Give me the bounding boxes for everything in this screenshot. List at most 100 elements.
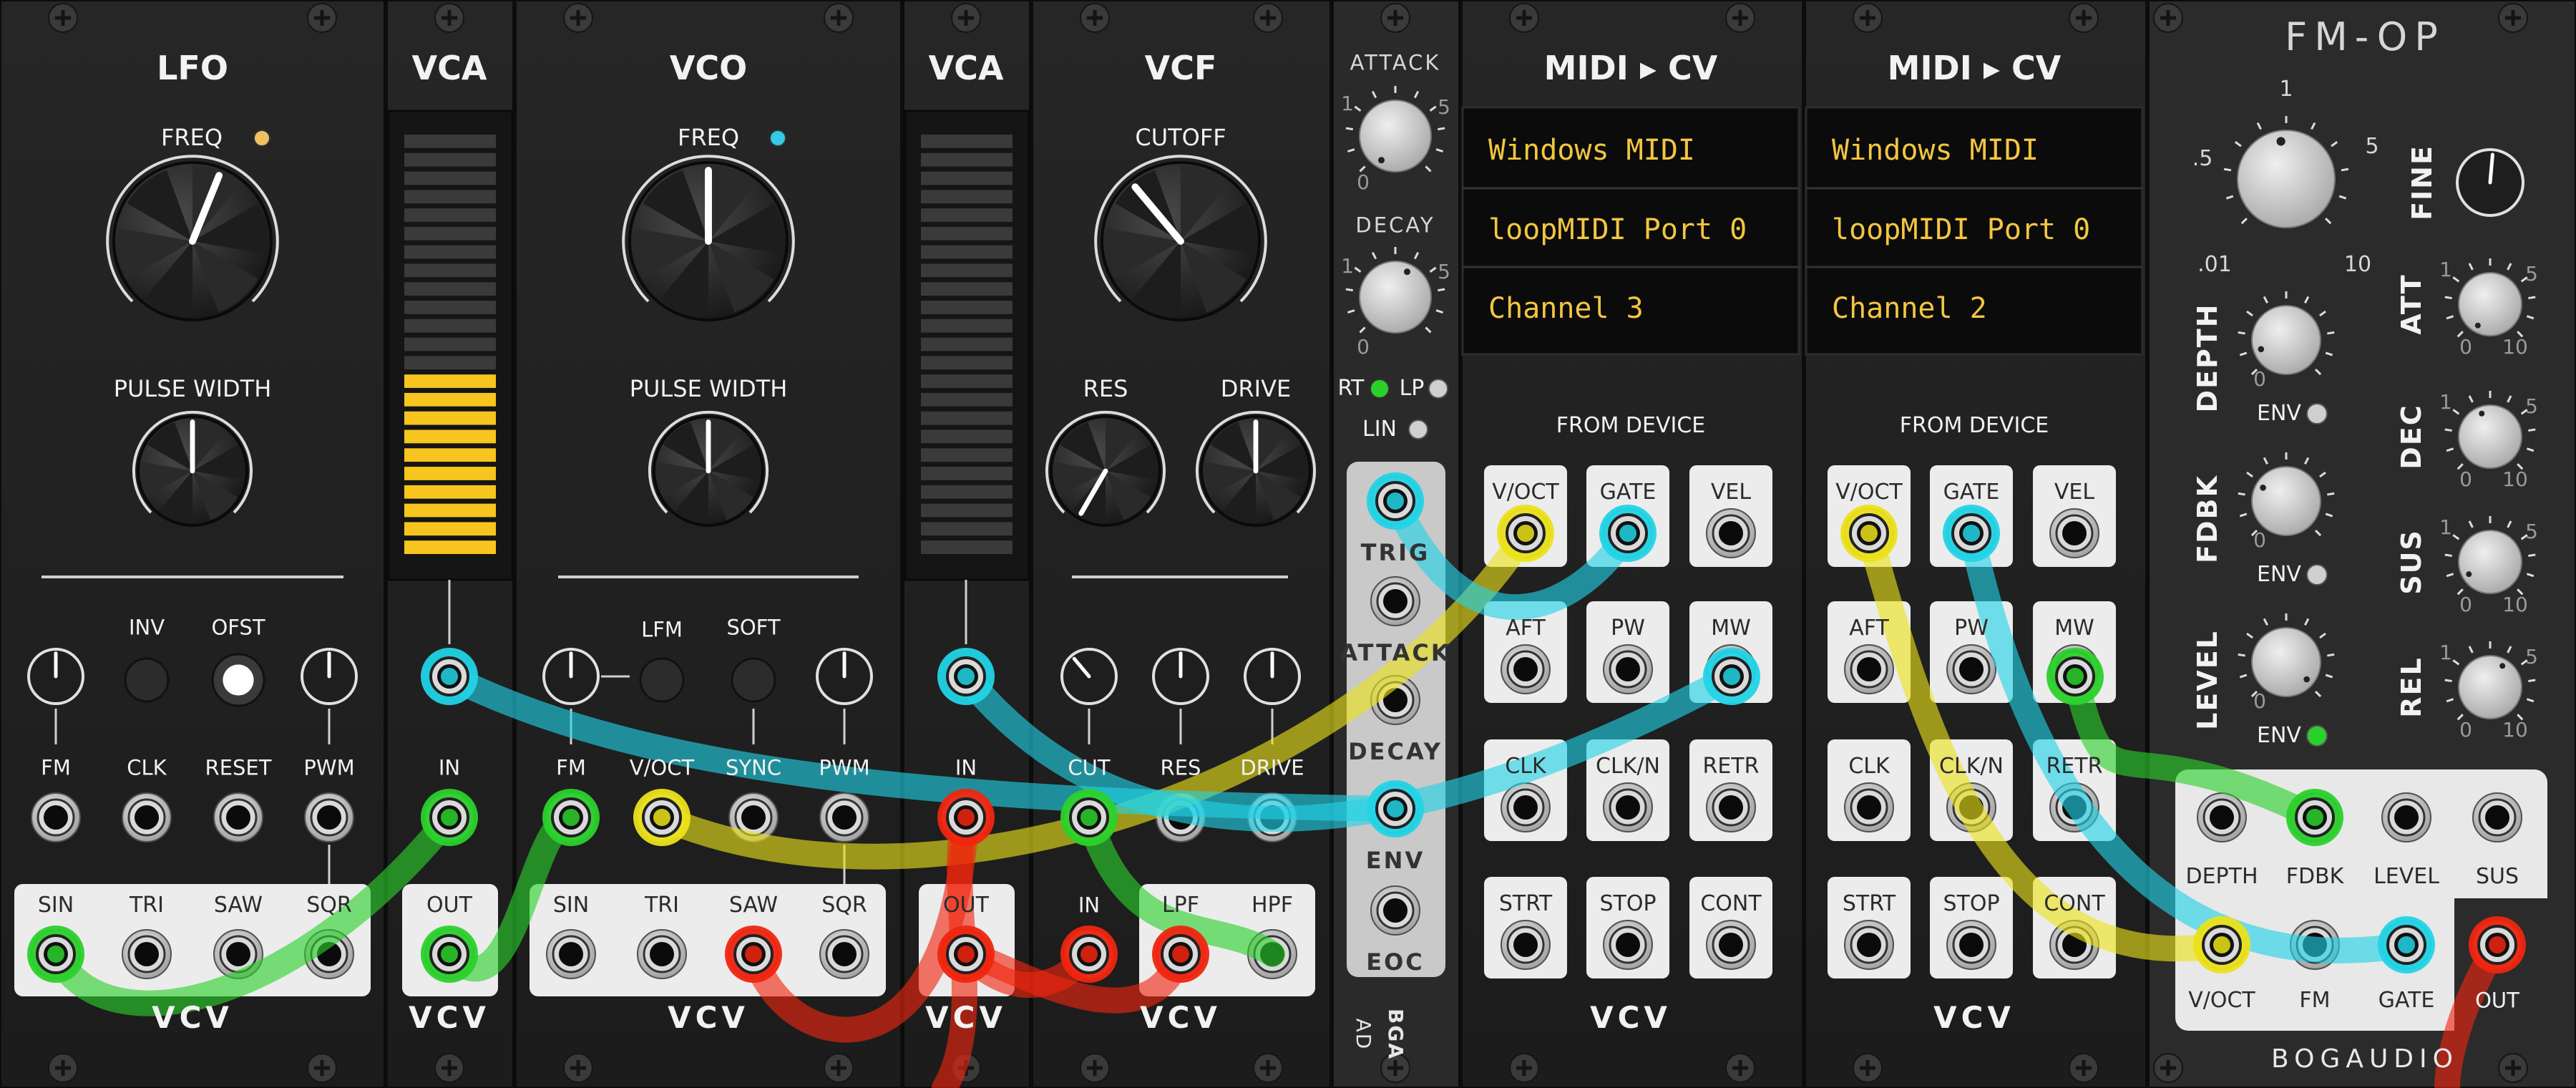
vcf-drive-cv-knob[interactable]	[1244, 648, 1301, 705]
ad-decay-jack[interactable]	[1370, 675, 1420, 725]
lfo-fm-knob[interactable]	[27, 648, 84, 705]
vca1-in-jack[interactable]	[424, 792, 474, 842]
lfo-input-jack[interactable]	[31, 792, 81, 842]
fmop-depth-env-label: ENV	[2257, 401, 2301, 426]
midi2-output-jack[interactable]	[1946, 920, 1996, 970]
vcf-input-jack[interactable]	[1156, 792, 1206, 842]
ad-eoc-jack[interactable]	[1370, 885, 1420, 936]
midi2-device-select[interactable]: loopMIDI Port 0	[1832, 215, 2090, 244]
vcf-output-jack[interactable]	[1156, 929, 1206, 979]
vco-lfm-button[interactable]	[639, 657, 685, 703]
lfo-input-jack[interactable]	[304, 792, 354, 842]
midi1-output-jack[interactable]	[1501, 782, 1551, 832]
midi1-output-jack[interactable]	[1706, 644, 1756, 694]
fmop-adsr-scale: 0	[2459, 467, 2472, 491]
midi1-output-jack[interactable]	[1501, 644, 1551, 694]
vca2-meter-segment	[921, 245, 1013, 259]
screw-icon	[2069, 3, 2099, 33]
ad-brand-label: BGA	[1384, 1009, 1407, 1060]
midi2-output-jack[interactable]	[1844, 782, 1894, 832]
midi1-channel-select[interactable]: Channel 3	[1488, 294, 1644, 323]
midi2-output-jack[interactable]	[1844, 920, 1894, 970]
vcf-res-knob[interactable]	[1045, 410, 1166, 527]
vco-input-jack[interactable]	[546, 792, 596, 842]
screw-icon	[2153, 1053, 2183, 1083]
midi2-output-jack[interactable]	[1946, 508, 1996, 558]
vco-soft-button[interactable]	[731, 657, 776, 703]
fmop-input-jack[interactable]	[2381, 920, 2431, 970]
vcf-drive-knob[interactable]	[1195, 410, 1317, 527]
midi2-output-jack[interactable]	[1946, 644, 1996, 694]
lfo-output-jack[interactable]	[304, 929, 354, 979]
midi2-output-jack[interactable]	[2049, 782, 2099, 832]
lfo-input-jack[interactable]	[122, 792, 172, 842]
midi1-device-select[interactable]: loopMIDI Port 0	[1488, 215, 1747, 244]
midi2-output-jack[interactable]	[2049, 644, 2099, 694]
lfo-ofst-button[interactable]	[211, 653, 265, 707]
vco-input-jack[interactable]	[637, 792, 687, 842]
fmop-adsr-scale: 0	[2459, 718, 2472, 742]
ad-attack-jack[interactable]	[1370, 576, 1420, 626]
vca2-meter-segment	[921, 337, 1013, 351]
ad-trig-jack[interactable]	[1370, 476, 1420, 526]
midi2-output-jack[interactable]	[1844, 508, 1894, 558]
vco-output-jack[interactable]	[819, 929, 869, 979]
vca2-in-jack[interactable]	[941, 792, 991, 842]
vco-pwm-knob[interactable]	[816, 648, 873, 705]
lfo-output-label: SQR	[306, 893, 352, 918]
vco-input-jack[interactable]	[728, 792, 779, 842]
lfo-pwm-knob[interactable]	[301, 648, 358, 705]
vco-input-jack[interactable]	[819, 792, 869, 842]
midi2-output-jack[interactable]	[1844, 644, 1894, 694]
midi1-driver-select[interactable]: Windows MIDI	[1488, 136, 1695, 165]
midi1-output-jack[interactable]	[1603, 508, 1653, 558]
midi2-output-jack[interactable]	[2049, 920, 2099, 970]
midi1-output-jack[interactable]	[1501, 920, 1551, 970]
vco-fm-knob[interactable]	[542, 648, 600, 705]
vco-output-jack[interactable]	[546, 929, 596, 979]
fmop-input-jack[interactable]	[2290, 792, 2340, 842]
vca1-meter-segment	[404, 467, 496, 480]
fmop-input-jack[interactable]	[2197, 920, 2247, 970]
midi1-output-jack[interactable]	[1603, 920, 1653, 970]
fmop-input-jack[interactable]	[2381, 792, 2431, 842]
midi1-output-jack[interactable]	[1603, 782, 1653, 832]
lfo-pw-knob[interactable]	[132, 410, 253, 527]
vcf-input-jack[interactable]	[1247, 792, 1297, 842]
vcf-res-cv-knob[interactable]	[1152, 648, 1209, 705]
lfo-output-jack[interactable]	[31, 929, 81, 979]
midi1-output-jack[interactable]	[1706, 782, 1756, 832]
vca2-out-jack[interactable]	[941, 929, 991, 979]
lfo-input-jack[interactable]	[213, 792, 263, 842]
fmop-input-jack[interactable]	[2472, 792, 2522, 842]
lfo-inv-button[interactable]	[124, 657, 170, 703]
midi1-output-jack[interactable]	[1706, 920, 1756, 970]
vcf-input-jack[interactable]	[1064, 792, 1114, 842]
midi1-output-label: CONT	[1700, 891, 1762, 916]
fmop-input-jack[interactable]	[2197, 792, 2247, 842]
midi1-output-jack[interactable]	[1501, 508, 1551, 558]
ad-env-jack[interactable]	[1370, 784, 1420, 834]
midi1-output-jack[interactable]	[1603, 644, 1653, 694]
vcf-output-jack[interactable]	[1247, 929, 1297, 979]
vca2-meter-segment	[921, 503, 1013, 518]
fmop-out-jack[interactable]	[2472, 920, 2522, 970]
vcf-in-jack[interactable]	[1064, 929, 1114, 979]
vca1-brand: VCV	[409, 1000, 490, 1035]
midi1-output-jack[interactable]	[1706, 508, 1756, 558]
vca2-meter-segment	[921, 522, 1013, 536]
lfo-output-jack[interactable]	[122, 929, 172, 979]
fmop-fine-knob[interactable]	[2456, 148, 2524, 217]
midi2-output-jack[interactable]	[2049, 508, 2099, 558]
midi2-channel-select[interactable]: Channel 2	[1832, 294, 1987, 323]
lfo-output-jack[interactable]	[213, 929, 263, 979]
vco-output-jack[interactable]	[637, 929, 687, 979]
fmop-input-jack[interactable]	[2290, 920, 2340, 970]
vca1-out-jack[interactable]	[424, 929, 474, 979]
vcf-cut-knob[interactable]	[1060, 648, 1118, 705]
vcf-input-label: DRIVE	[1240, 755, 1304, 780]
midi2-driver-select[interactable]: Windows MIDI	[1832, 136, 2039, 165]
midi2-output-jack[interactable]	[1946, 782, 1996, 832]
vco-output-jack[interactable]	[728, 929, 779, 979]
vco-pw-knob[interactable]	[648, 410, 769, 527]
